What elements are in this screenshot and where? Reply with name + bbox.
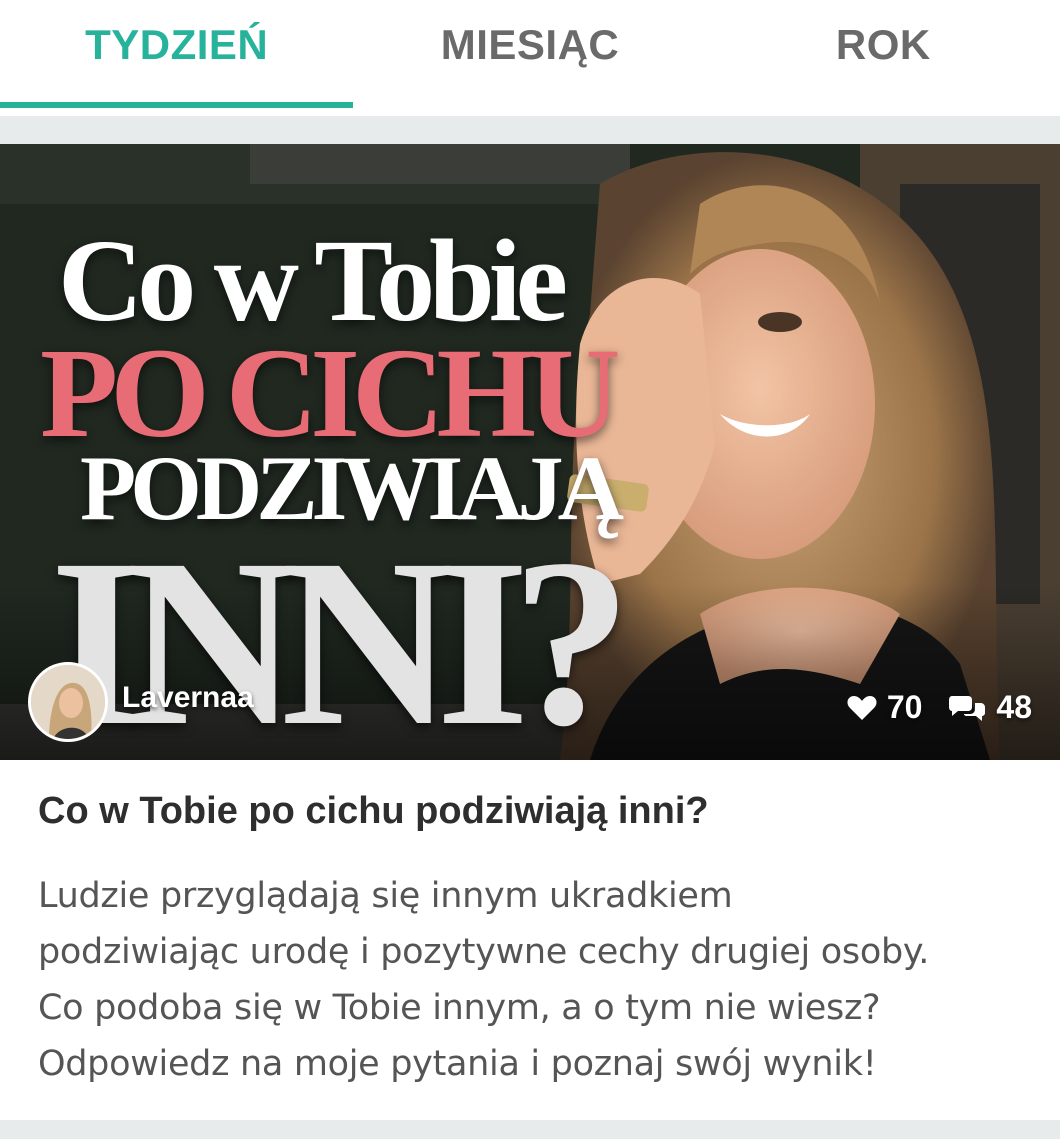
likes-count: 70 [886,689,923,725]
quiz-title[interactable]: Co w Tobie po cichu podziwiają inni? [38,790,1028,833]
description-line: podziwiając urodę i pozytywne cechy drug… [38,932,930,972]
tab-year[interactable]: ROK [707,0,1060,108]
description-line: Co podoba się w Tobie innym, a o tym nie… [38,988,881,1028]
avatar[interactable] [28,662,108,742]
period-tabs: TYDZIEŃ MIESIĄC ROK [0,0,1060,108]
description-line: Ludzie przyglądają się innym ukradkiem [38,876,733,916]
description-line: Odpowiedz na moje pytania i poznaj swój … [38,1044,877,1084]
section-divider [0,1120,1060,1139]
author-name[interactable]: Lavernaa [122,681,254,715]
likes-stat: 70 [847,689,923,726]
tab-month[interactable]: MIESIĄC [353,0,706,108]
heart-icon [847,695,877,720]
author[interactable]: Lavernaa [28,662,254,742]
quiz-card-image[interactable]: Co w Tobie PO CICHU PODZIWIAJĄ INNI? Lav… [0,144,1060,760]
quiz-description: Ludzie przyglądają się innym ukradkiem p… [38,868,1038,1092]
card-stats: 70 48 [821,689,1032,726]
tab-week[interactable]: TYDZIEŃ [0,0,354,108]
section-divider [0,116,1060,144]
comments-count: 48 [996,689,1032,725]
comments-icon [949,695,986,721]
comments-stat: 48 [948,689,1032,726]
